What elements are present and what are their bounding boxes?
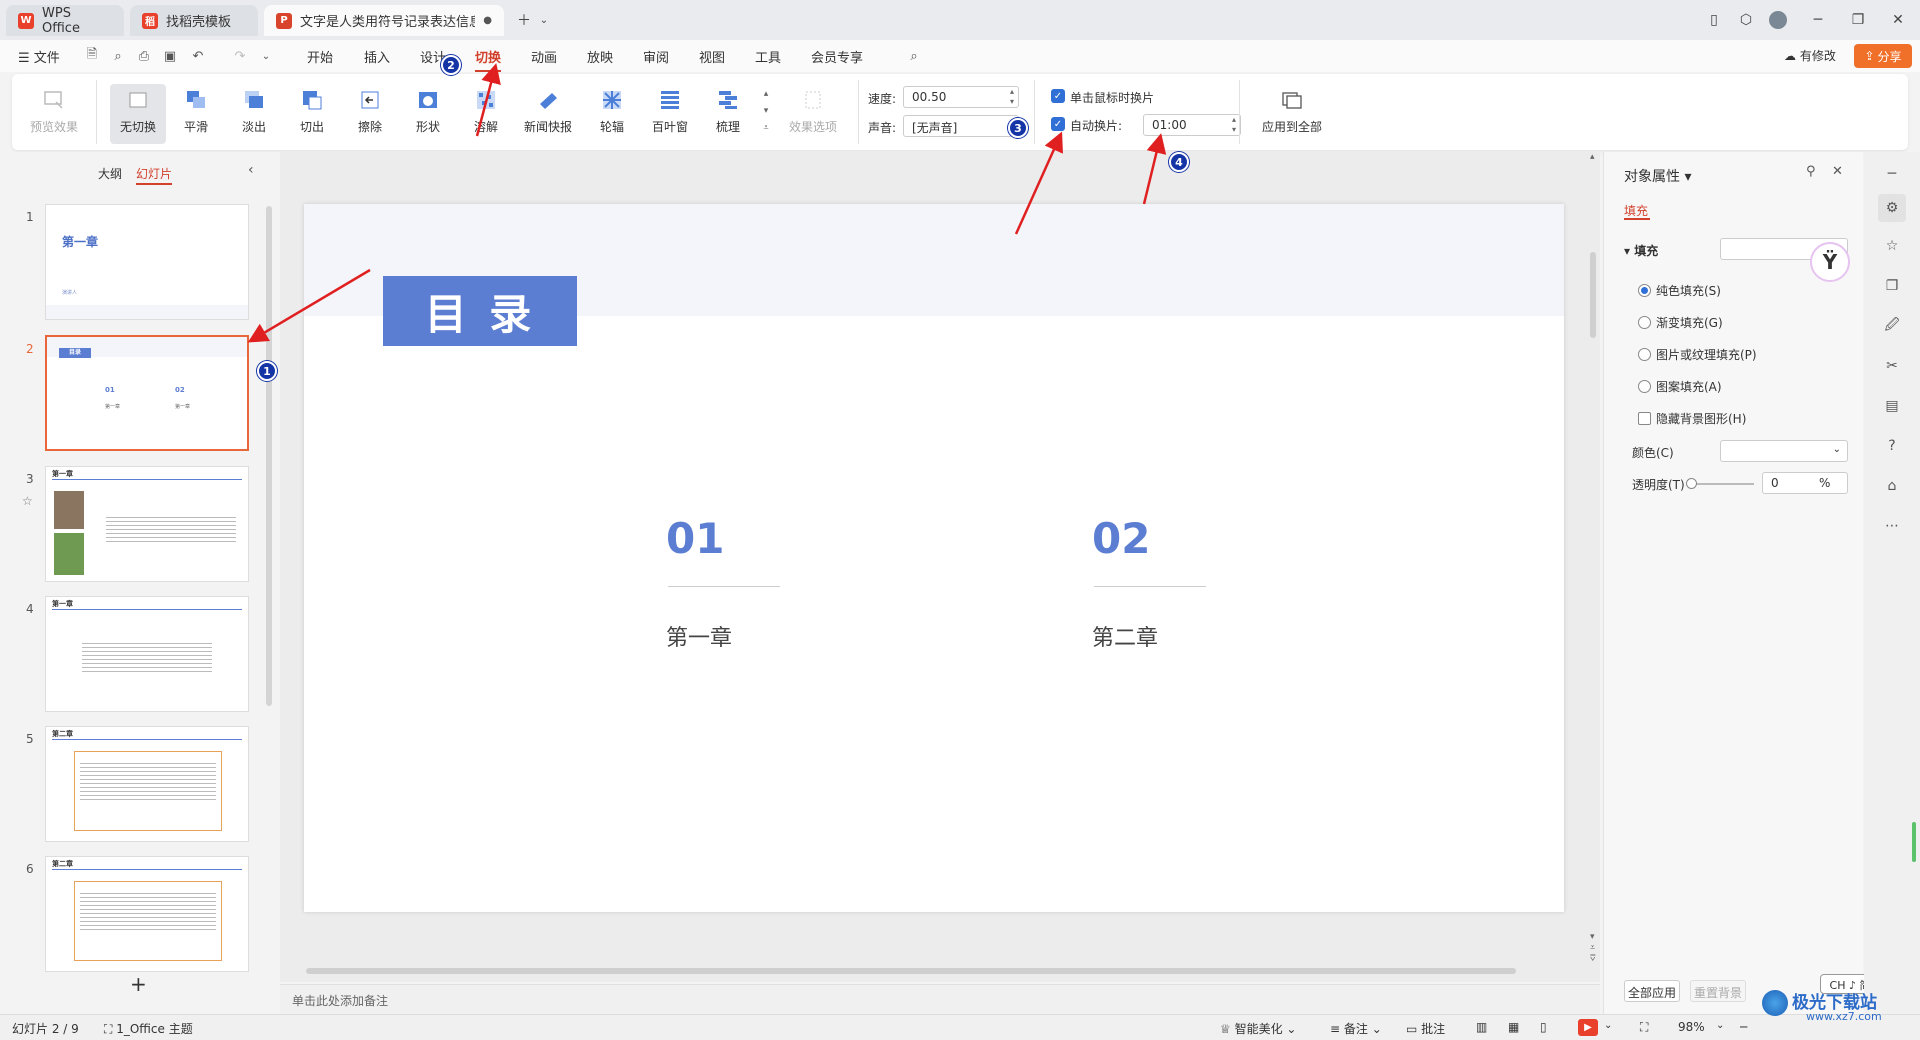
annotation-arrows [247,63,1167,343]
arrow-3 [1014,131,1063,235]
annotation-badge-2: 2 [441,55,461,75]
annotation-badge-4: 4 [1169,152,1189,172]
annotation-badge-1: 1 [257,361,277,381]
arrow-1 [247,268,371,343]
arrow-2 [475,63,501,137]
arrow-4 [1142,133,1167,205]
annotation-badge-3: 3 [1008,118,1028,138]
